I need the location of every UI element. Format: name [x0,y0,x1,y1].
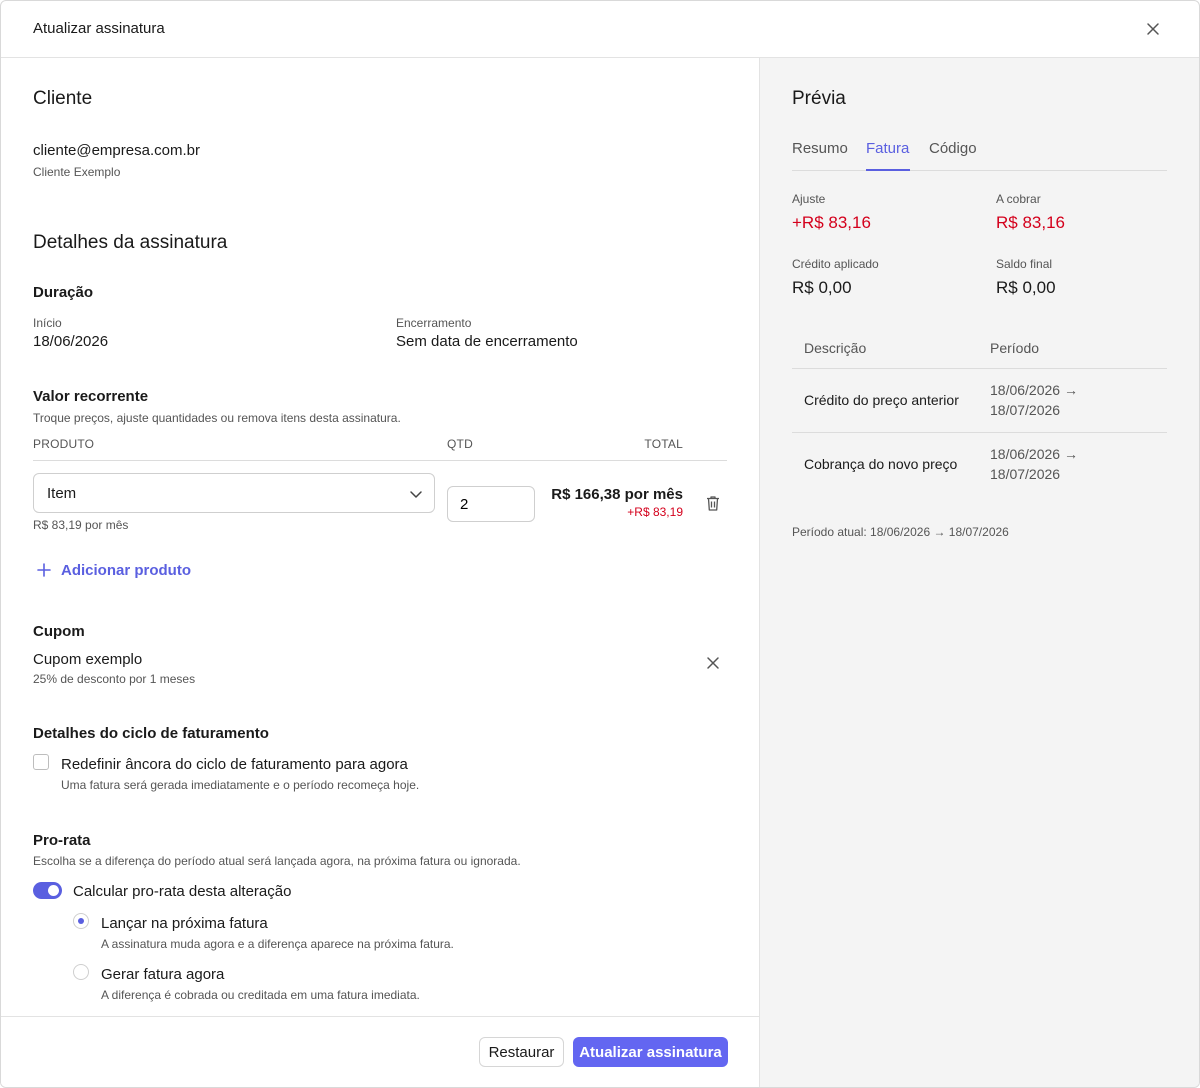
add-product-button[interactable]: Adicionar produto [37,560,191,580]
row-period-end: 18/07/2026 [990,466,1061,482]
adjustment-label: Ajuste [792,192,826,206]
row-description: Crédito do preço anterior [804,392,959,408]
end-label: Encerramento [396,316,472,330]
table-divider [33,460,727,461]
proration-description: Escolha se a diferença do período atual … [33,854,521,868]
modal-header: Atualizar assinatura [1,1,1199,58]
due-label: A cobrar [996,192,1041,206]
credit-value: R$ 0,00 [792,278,852,297]
balance-label: Saldo final [996,257,1053,271]
subscription-section-title: Detalhes da assinatura [33,232,228,253]
radio-invoice-now[interactable] [73,964,89,980]
row-period-start: 18/06/2026 → [990,382,1078,398]
modal-footer: Restaurar Atualizar assinatura [1,1016,760,1087]
balance-value: R$ 0,00 [996,278,1056,297]
preview-panel: Prévia Resumo Fatura Código Ajuste +R$ 8… [760,58,1199,1087]
duration-title: Duração [33,284,94,301]
close-icon[interactable] [1145,21,1161,37]
item-total: R$ 166,38 por mês [551,486,683,503]
reset-anchor-checkbox[interactable] [33,754,49,770]
coupon-title: Cupom [33,623,85,640]
recurring-title: Valor recorrente [33,388,149,405]
radio-invoice-now-label: Gerar fatura agora [101,966,225,983]
row-period-end: 18/07/2026 [990,402,1061,418]
reset-button[interactable]: Restaurar [479,1037,564,1067]
adjustment-value: +R$ 83,16 [792,213,871,232]
add-product-label: Adicionar produto [61,561,191,579]
radio-next-invoice[interactable] [73,913,89,929]
customer-section-title: Cliente [33,88,93,109]
recurring-description: Troque preços, ajuste quantidades ou rem… [33,411,401,425]
col-qty: QTD [447,437,473,451]
due-value: R$ 83,16 [996,213,1065,232]
tab-code[interactable]: Código [929,140,977,157]
start-value: 18/06/2026 [33,333,109,350]
preview-title: Prévia [792,88,846,109]
product-select[interactable]: Item [33,473,435,513]
active-tab-indicator [866,169,910,171]
col-description: Descrição [804,340,867,356]
proration-title: Pro-rata [33,832,91,849]
quantity-input[interactable] [447,486,535,522]
plus-icon [37,563,51,577]
reset-anchor-label: Redefinir âncora do ciclo de faturamento… [61,756,408,773]
radio-next-invoice-label: Lançar na próxima fatura [101,915,268,932]
radio-invoice-now-help: A diferença é cobrada ou creditada em um… [101,988,420,1002]
start-label: Início [33,316,62,330]
end-value: Sem data de encerramento [396,333,578,350]
item-total-diff: +R$ 83,19 [627,505,683,519]
toggle-knob [48,885,59,896]
table-divider [792,368,1167,369]
col-period: Período [990,340,1040,356]
tab-summary[interactable]: Resumo [792,140,848,157]
row-description: Cobrança do novo preço [804,456,958,472]
modal-title: Atualizar assinatura [33,20,165,37]
customer-email: cliente@empresa.com.br [33,142,200,159]
customer-name: Cliente Exemplo [33,165,121,179]
trash-icon[interactable] [705,495,721,512]
reset-anchor-help: Uma fatura será gerada imediatamente e o… [61,778,420,792]
update-subscription-modal: Atualizar assinatura Cliente cliente@emp… [0,0,1200,1088]
coupon-description: 25% de desconto por 1 meses [33,672,196,686]
proration-toggle-label: Calcular pro-rata desta alteração [73,883,292,900]
table-divider [792,432,1167,433]
proration-toggle[interactable] [33,882,62,899]
coupon-name: Cupom exemplo [33,651,143,668]
radio-next-invoice-help: A assinatura muda agora e a diferença ap… [101,937,454,951]
preview-tabs: Resumo Fatura Código [792,138,1167,171]
tab-invoice[interactable]: Fatura [866,140,909,157]
update-subscription-button[interactable]: Atualizar assinatura [573,1037,728,1067]
product-unit-price: R$ 83,19 por mês [33,518,129,532]
close-icon[interactable] [706,656,720,670]
chevron-down-icon [408,486,424,502]
current-period: Período atual: 18/06/2026 → 18/07/2026 [792,525,1009,539]
subscription-form: Cliente cliente@empresa.com.br Cliente E… [1,58,760,1016]
row-period-start: 18/06/2026 → [990,446,1078,462]
radio-dot [78,918,84,924]
product-select-value: Item [47,485,77,502]
col-product: PRODUTO [33,437,95,451]
billing-cycle-title: Detalhes do ciclo de faturamento [33,725,269,742]
credit-label: Crédito aplicado [792,257,879,271]
col-total: TOTAL [644,437,683,451]
